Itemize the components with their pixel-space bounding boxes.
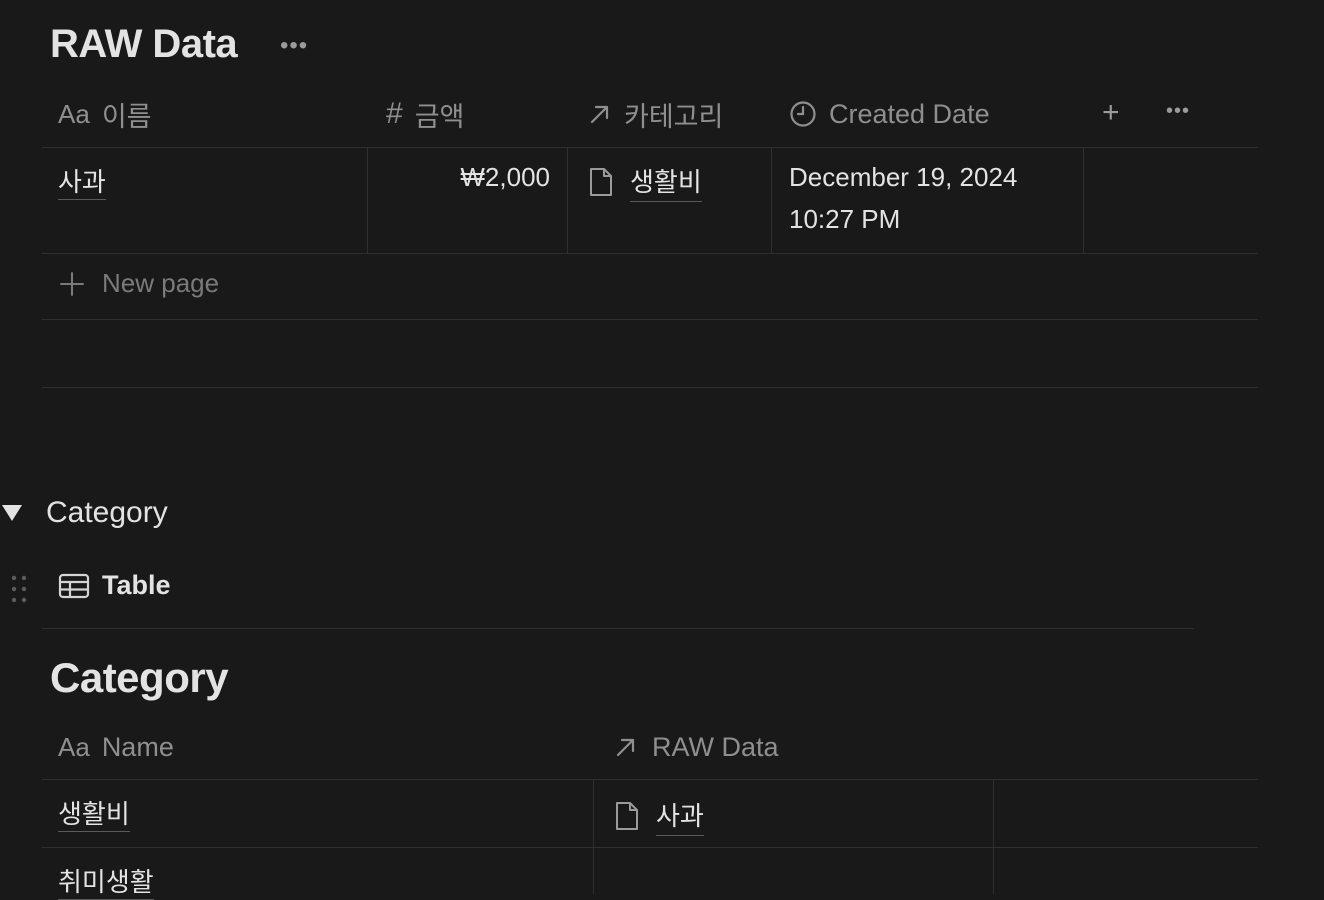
table-row-name-cell[interactable]: 취미생활 [58,862,154,900]
column-more-button[interactable]: ••• [1166,100,1190,123]
page-icon [614,800,640,832]
page-title-category[interactable]: Category [50,654,229,702]
column-header-label: 카테고리 [624,101,724,132]
relation-link[interactable]: 생활비 [630,162,702,202]
table-row-name-cell[interactable]: 사과 [58,162,106,200]
number-property-icon: # [386,97,403,130]
table-divider [42,387,1258,388]
column-header-name[interactable]: Aa Name [58,728,174,766]
view-tab-table[interactable]: Table [58,570,171,601]
row-title-link[interactable]: 생활비 [58,799,130,832]
relation-arrow-icon [588,102,612,126]
table-row-amount-cell[interactable]: ₩2,000 [380,162,550,193]
column-divider [771,147,772,253]
clock-icon [789,100,817,128]
column-header-amount[interactable]: # 금액 [386,94,464,134]
table-icon [58,573,90,599]
column-header-label: 이름 [101,101,152,132]
plus-icon [58,270,86,298]
table-divider [42,319,1258,320]
view-tab-label: Table [102,570,171,600]
column-header-raw-data[interactable]: RAW Data [614,728,779,766]
column-header-created-date[interactable]: Created Date [789,94,990,134]
new-page-label: New page [102,268,220,298]
text-property-icon: Aa [58,731,90,762]
column-header-label: 금액 [414,101,465,132]
column-divider [993,779,994,894]
column-header-category[interactable]: 카테고리 [588,94,723,134]
table-divider [42,147,1258,148]
table-divider [42,253,1258,254]
row-title-link[interactable]: 사과 [58,167,106,200]
page-icon [588,166,614,198]
toggle-triangle-icon[interactable] [2,505,22,521]
column-header-label: Name [101,731,174,762]
page-title-raw-data[interactable]: RAW Data [50,22,238,67]
column-header-label: Created Date [829,98,990,129]
category-toggle[interactable]: Category [0,496,168,530]
table-row-name-cell[interactable]: 생활비 [58,794,130,832]
new-page-button[interactable]: New page [58,268,219,299]
table-divider [42,847,1258,848]
table-row-created-date-cell[interactable]: December 19, 2024 10:27 PM [789,156,1017,240]
column-divider [567,147,568,253]
created-time-value: 10:27 PM [789,204,901,234]
created-date-value: December 19, 2024 [789,162,1018,192]
column-divider [1083,147,1084,253]
toggle-label: Category [46,496,168,529]
relation-arrow-icon [614,735,638,759]
table-row-category-cell[interactable]: 생활비 [588,162,702,202]
column-header-name[interactable]: Aa 이름 [58,94,152,134]
table-divider [42,779,1258,780]
relation-link[interactable]: 사과 [656,796,704,836]
drag-handle-icon[interactable] [10,574,28,604]
view-tab-divider [42,628,1194,629]
column-header-label: RAW Data [652,731,779,762]
database-more-button[interactable]: ••• [280,32,308,60]
column-divider [367,147,368,253]
column-divider [593,779,594,894]
text-property-icon: Aa [58,98,90,129]
table-row-raw-data-cell[interactable]: 사과 [614,796,704,836]
add-property-button[interactable]: + [1102,96,1120,130]
row-title-link[interactable]: 취미생활 [58,867,154,900]
